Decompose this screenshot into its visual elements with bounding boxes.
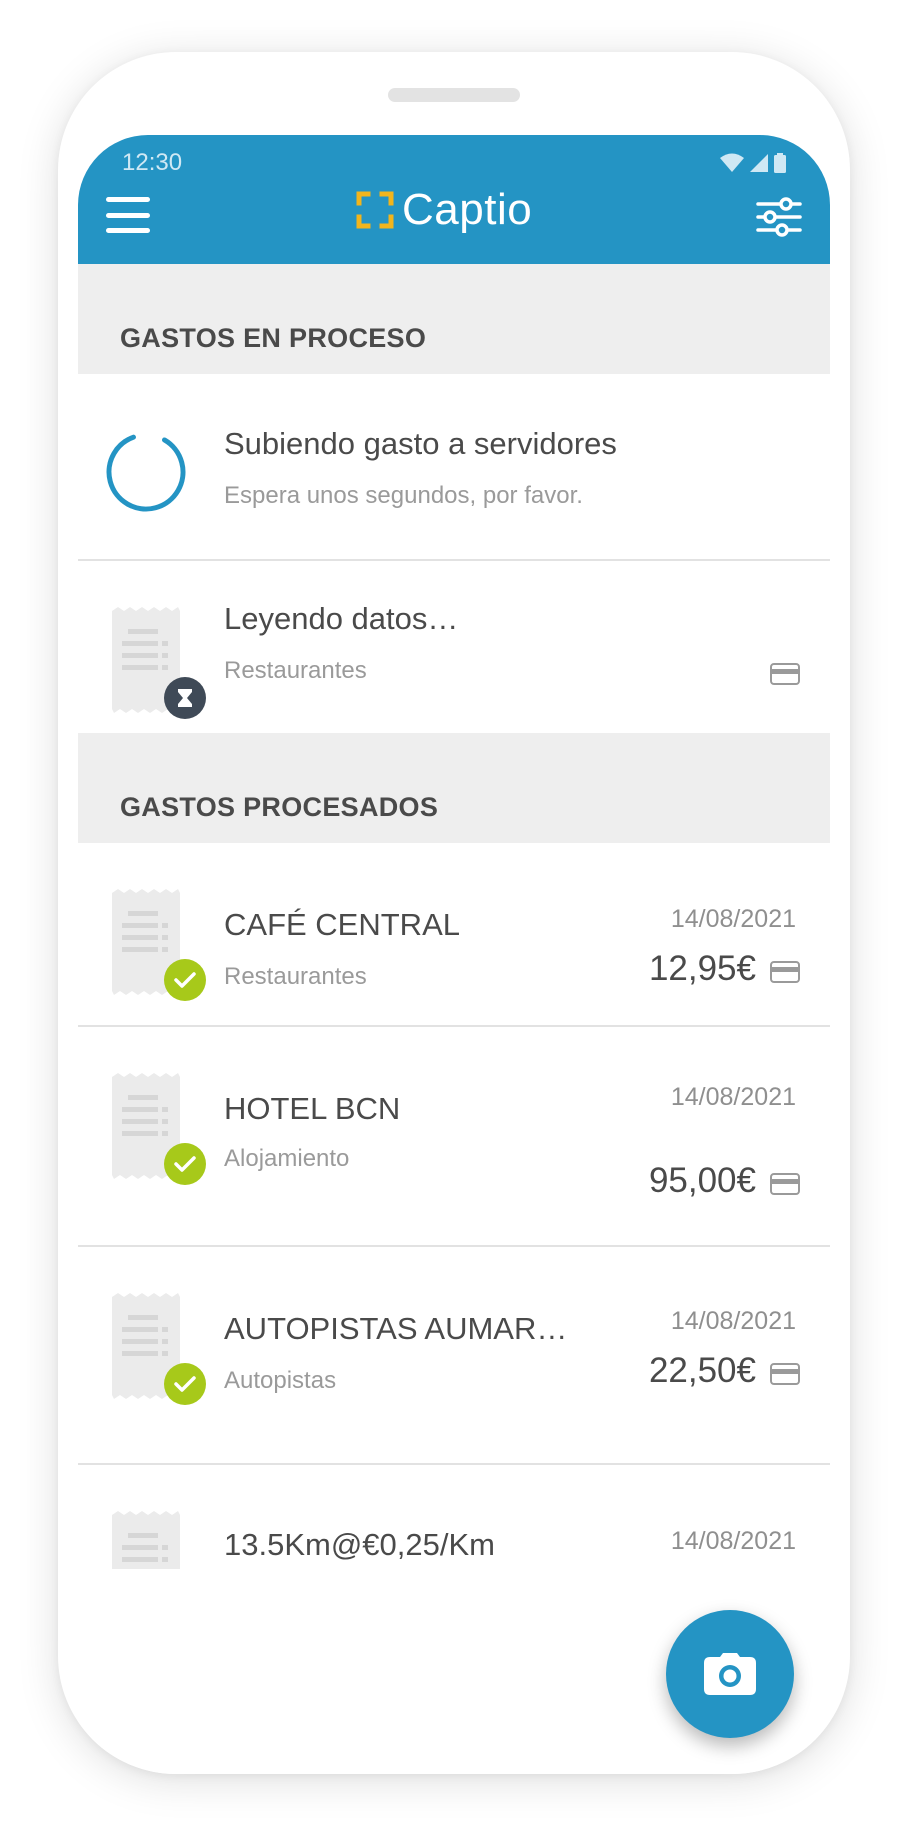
list-item-expense[interactable]: HOTEL BCN Alojamiento 14/08/2021 95,00€ [78,1027,830,1245]
app-bar: 12:30 Captio [78,135,830,264]
list-item-reading[interactable]: Leyendo datos… Restaurantes [78,561,830,733]
check-icon [164,1363,206,1405]
status-time: 12:30 [122,149,183,176]
credit-card-icon [770,961,800,983]
item-title: CAFÉ CENTRAL [224,907,460,942]
signal-icon [750,154,768,172]
status-icons [720,153,786,173]
list-item-expense[interactable]: CAFÉ CENTRAL Restaurantes 14/08/2021 12,… [78,843,830,1027]
list-item-expense[interactable]: 13.5Km@€0,25/Km 14/08/2021 [78,1465,830,1615]
phone-speaker [388,88,520,102]
item-amount: 95,00€ [648,1161,756,1200]
hourglass-icon [164,677,206,719]
item-amount: 12,95€ [648,949,756,988]
phone-frame: 12:30 Captio GASTOS EN PROCESO Subiendo … [58,52,850,1774]
item-category: Alojamiento [224,1145,350,1172]
item-category: Autopistas [224,1367,337,1394]
battery-icon [774,153,786,173]
section-header-processed: GASTOS PROCESADOS [78,733,830,843]
check-icon [164,1143,206,1185]
section-title: GASTOS EN PROCESO [120,323,427,353]
captio-logo-icon [356,191,394,229]
section-header-in-process: GASTOS EN PROCESO [78,264,830,374]
camera-icon [704,1653,756,1695]
item-date: 14/08/2021 [670,1083,796,1111]
item-title: 13.5Km@€0,25/Km [224,1527,495,1562]
item-date: 14/08/2021 [670,905,796,933]
credit-card-icon [770,1173,800,1195]
item-title: Leyendo datos… [224,601,459,636]
section-title: GASTOS PROCESADOS [120,792,439,822]
item-category: Restaurantes [224,657,367,684]
receipt-icon [112,1511,180,1569]
item-subtitle: Espera unos segundos, por favor. [224,482,583,509]
item-category: Restaurantes [224,963,367,990]
app-logo: Captio [356,185,532,235]
list-item-uploading[interactable]: Subiendo gasto a servidores Espera unos … [78,374,830,560]
app-title: Captio [402,185,533,234]
spinner-icon [106,432,186,512]
list-item-expense[interactable]: AUTOPISTAS AUMAR… Autopistas 14/08/2021 … [78,1247,830,1463]
item-title: HOTEL BCN [224,1091,401,1126]
item-amount: 22,50€ [648,1351,756,1390]
camera-button[interactable] [666,1610,794,1738]
credit-card-icon [770,1363,800,1385]
filter-icon[interactable] [756,197,802,237]
wifi-icon [720,153,744,172]
menu-icon[interactable] [106,195,150,235]
check-icon [164,959,206,1001]
item-title: AUTOPISTAS AUMAR… [224,1311,568,1346]
credit-card-icon [770,663,800,685]
item-date: 14/08/2021 [670,1307,796,1335]
app-screen: 12:30 Captio GASTOS EN PROCESO Subiendo … [78,135,830,1774]
item-date: 14/08/2021 [670,1527,796,1555]
item-title: Subiendo gasto a servidores [224,426,617,461]
